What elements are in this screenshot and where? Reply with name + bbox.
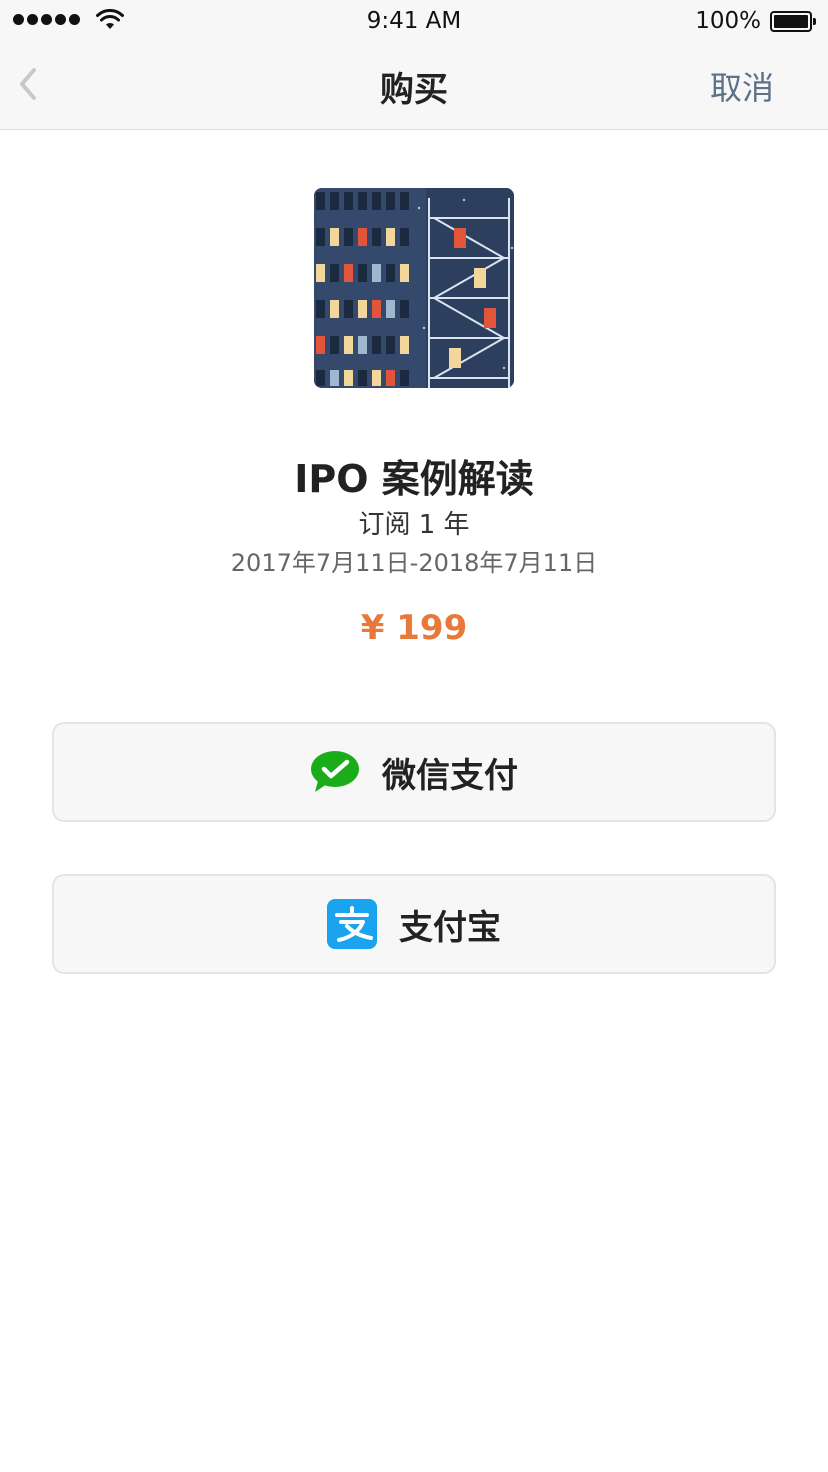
- wechat-pay-icon: [311, 751, 359, 792]
- alipay-label: 支付宝: [399, 907, 501, 948]
- wechat-pay-button[interactable]: 微信支付: [52, 722, 776, 822]
- subscription-date-range: 2017年7月11日-2018年7月11日: [230, 549, 598, 577]
- course-cover-image: [314, 188, 514, 388]
- alipay-icon: [327, 899, 377, 949]
- status-bar: 9:41 AM 100%: [0, 0, 828, 42]
- battery-percent: 100%: [695, 8, 761, 34]
- battery-icon: [770, 11, 816, 32]
- wechat-pay-label: 微信支付: [382, 755, 518, 796]
- price: ¥ 199: [360, 608, 468, 648]
- cancel-button[interactable]: 取消: [710, 63, 774, 109]
- navigation-bar: 购买 取消: [0, 42, 828, 130]
- page-title: 购买: [380, 70, 448, 110]
- course-title: IPO 案例解读: [294, 457, 534, 501]
- alipay-button[interactable]: 支付宝: [52, 874, 776, 974]
- subscription-duration: 订阅 1 年: [358, 510, 470, 540]
